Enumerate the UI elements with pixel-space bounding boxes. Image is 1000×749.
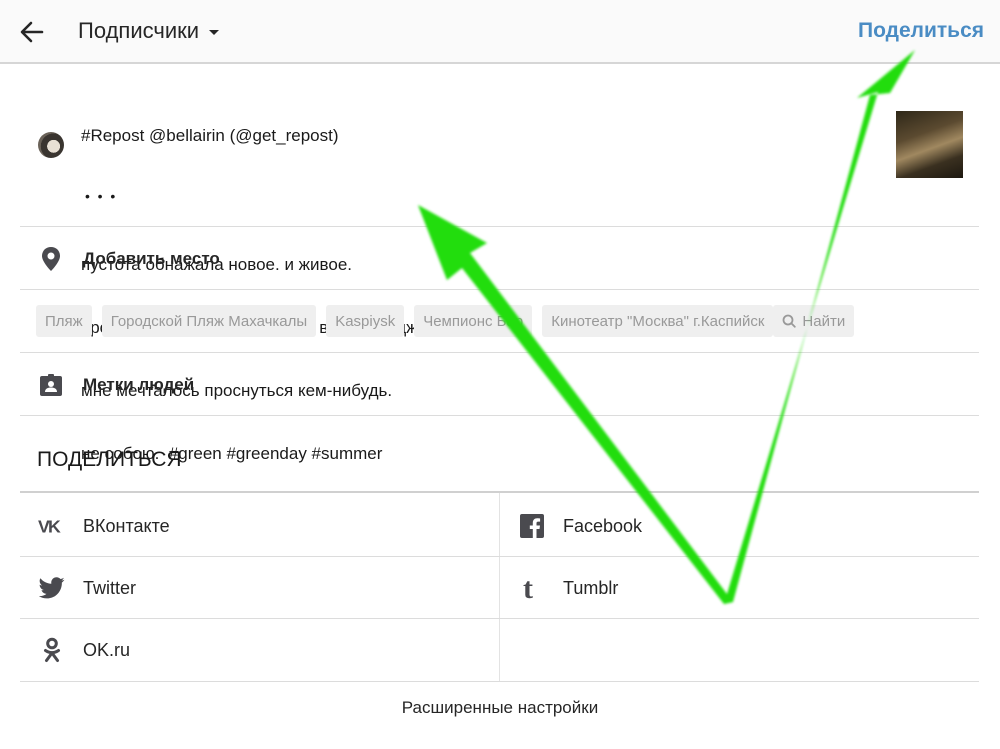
location-suggestions: Пляж Городской Пляж Махачкалы Kaspiysk Ч… — [36, 305, 855, 337]
page-title: Подписчики — [78, 18, 200, 43]
share-services-grid: VK ВКонтакте Facebook Twitter t Tumblr O… — [20, 493, 979, 681]
service-label: Tumblr — [563, 577, 619, 598]
location-chip[interactable]: Чемпионс Бар — [414, 305, 533, 337]
share-ok[interactable]: OK.ru — [20, 619, 499, 681]
caption-line: #Repost @bellairin (@get_repost) — [81, 126, 339, 145]
search-icon — [783, 314, 797, 328]
location-chip[interactable]: Кинотеатр "Москва" г.Каспийск — [542, 305, 774, 337]
back-button[interactable] — [16, 16, 48, 48]
divider — [20, 681, 979, 682]
svg-text:t: t — [523, 575, 533, 601]
person-badge-icon — [38, 372, 64, 398]
share-tumblr[interactable]: t Tumblr — [500, 557, 979, 619]
search-chip-label: Найти — [802, 312, 846, 330]
location-search-chip[interactable]: Найти — [773, 305, 855, 337]
top-bar: Подписчики Поделиться — [0, 0, 1000, 64]
location-chip[interactable]: Kaspiysk — [326, 305, 405, 337]
caption-line: • • • — [85, 188, 116, 204]
divider — [20, 352, 979, 353]
location-chip[interactable]: Пляж — [36, 305, 92, 337]
share-button[interactable]: Поделиться — [858, 19, 984, 43]
caret-down-icon — [209, 29, 220, 35]
advanced-settings-link[interactable]: Расширенные настройки — [0, 698, 1000, 718]
divider — [20, 289, 979, 290]
location-chip[interactable]: Городской Пляж Махачкалы — [101, 305, 317, 337]
service-label: ВКонтакте — [83, 515, 170, 536]
share-section-title: ПОДЕЛИТЬСЯ — [37, 448, 182, 471]
add-location-row[interactable]: Добавить место — [20, 228, 979, 290]
map-pin-icon — [38, 246, 64, 272]
share-facebook[interactable]: Facebook — [500, 495, 979, 557]
facebook-icon — [518, 512, 546, 540]
tag-people-row[interactable]: Метки людей — [20, 354, 979, 416]
share-vk[interactable]: VK ВКонтакте — [20, 495, 499, 557]
avatar — [38, 132, 64, 158]
share-twitter[interactable]: Twitter — [20, 557, 499, 619]
service-label: Twitter — [83, 577, 137, 598]
divider — [20, 415, 979, 416]
vk-icon: VK — [38, 512, 66, 540]
service-label: Facebook — [563, 515, 643, 536]
tumblr-icon: t — [518, 574, 546, 602]
odnoklassniki-icon — [38, 636, 66, 664]
svg-text:VK: VK — [38, 517, 61, 535]
add-location-label: Добавить место — [83, 249, 220, 268]
audience-dropdown[interactable]: Подписчики — [78, 18, 220, 44]
twitter-icon — [38, 574, 66, 602]
service-label: OK.ru — [83, 639, 131, 660]
arrow-left-icon — [20, 21, 44, 43]
divider — [20, 226, 979, 227]
post-thumbnail[interactable] — [896, 111, 963, 178]
tag-people-label: Метки людей — [83, 375, 195, 394]
